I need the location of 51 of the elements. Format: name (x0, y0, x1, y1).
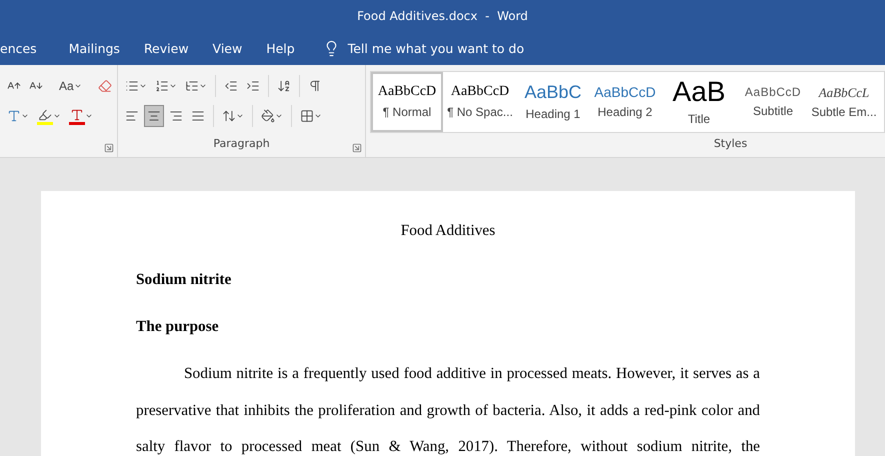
caret-icon (21, 112, 29, 120)
ribbon-tab[interactable]: View (200, 32, 254, 65)
line-spacing-icon (222, 109, 236, 123)
numbered-list-icon (155, 79, 169, 93)
eraser-icon (98, 79, 112, 93)
caret-icon (199, 82, 207, 90)
section-heading: The purpose (136, 317, 220, 337)
caret-icon (139, 82, 147, 90)
style-item[interactable]: AaB Title (661, 72, 737, 132)
align-center-icon (147, 109, 161, 123)
font-color-icon (69, 108, 85, 124)
case-button[interactable]: Aa (56, 75, 85, 97)
dialog-launcher-icon[interactable] (352, 143, 362, 153)
decrease-indent-icon (224, 79, 238, 93)
caret-icon (314, 112, 322, 120)
style-item[interactable]: AaBbCcD ¶ Normal (371, 72, 443, 132)
group-label: Styles (712, 137, 748, 152)
section-heading: Sodium nitrite (136, 270, 232, 290)
window-title: Food Additives.docx - Word (357, 9, 528, 23)
align-right-icon (169, 109, 183, 123)
align-left-icon (125, 109, 139, 123)
ribbon-tab[interactable]: Mailings (56, 32, 132, 65)
increase-indent-icon (246, 79, 260, 93)
caret-icon (53, 112, 61, 120)
ribbon-tab[interactable]: Help (254, 32, 307, 65)
caret-icon (74, 82, 82, 90)
style-item[interactable]: AaBbCcD Subtitle (737, 72, 809, 132)
caret-icon (169, 82, 177, 90)
tell-me-field[interactable]: Tell me what you want to do (348, 41, 524, 56)
sort-icon (277, 79, 291, 93)
caret-icon (236, 112, 244, 120)
group-label: Paragraph (213, 137, 270, 152)
multilevel-list-icon (185, 79, 199, 93)
caret-icon (275, 112, 283, 120)
body-paragraph: Sodium nitrite is a frequently used food additive in processed meats. However, it serves as a preservative that inhibits the proliferation and growth of bacteria. Also, it adds a red-pink color and salty flavor to processed meat (Sun & Wang, 2017). Therefore, without sodium nitrite, the (136, 364, 760, 456)
style-item[interactable]: AaBbCcD Heading 2 (589, 72, 661, 132)
dialog-launcher-icon[interactable] (104, 143, 114, 153)
style-item[interactable]: AaBbC Heading 1 (517, 72, 589, 132)
align-center-button[interactable] (144, 105, 164, 127)
justify-icon (191, 109, 205, 123)
caret-icon (85, 112, 93, 120)
style-item[interactable]: AaBbCcL Subtle Em... (809, 72, 879, 132)
ribbon-tab[interactable]: Review (132, 32, 201, 65)
ribbon-tab[interactable]: ences (0, 32, 49, 65)
document-title: Food Additives (400, 221, 496, 241)
borders-icon (300, 109, 314, 123)
style-item[interactable]: AaBbCcD ¶ No Spac... (443, 72, 517, 132)
pilcrow-icon (308, 79, 322, 93)
highlighter-icon (37, 108, 53, 124)
paint-bucket-icon (261, 109, 275, 123)
text-effects-icon (7, 109, 21, 123)
